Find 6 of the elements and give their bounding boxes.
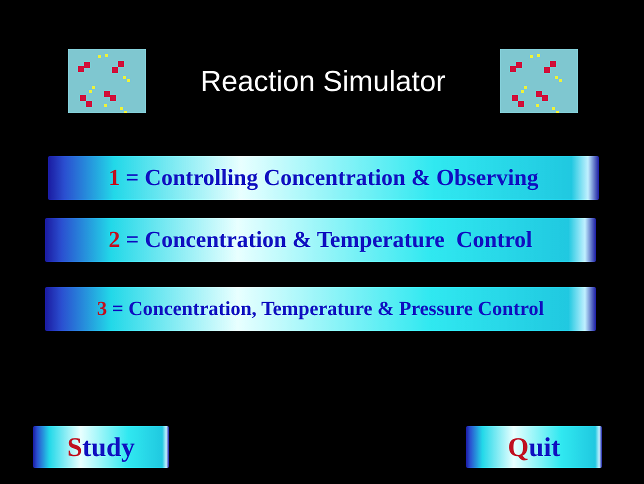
- menu-option-button[interactable]: 2 = Concentration & Temperature Control: [45, 218, 596, 262]
- menu-option-button[interactable]: 1 = Controlling Concentration & Observing: [48, 156, 599, 200]
- quit-button[interactable]: Quit: [466, 426, 602, 468]
- study-button[interactable]: Study: [33, 426, 169, 468]
- app-title: Reaction Simulator: [200, 65, 446, 100]
- menu-option-button[interactable]: 3 = Concentration, Temperature & Pressure Control: [45, 287, 596, 331]
